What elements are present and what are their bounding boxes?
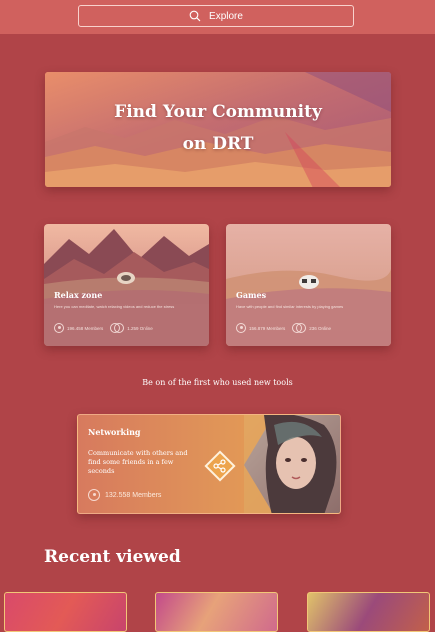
hero-banner[interactable]: Find Your Community on DRT [45, 72, 391, 187]
share-icon [213, 459, 226, 473]
featured-card-networking[interactable]: Networking Communicate with others and f… [77, 414, 341, 514]
card-description: Here you can meditate, watch relaxing vi… [54, 304, 175, 309]
community-card-games[interactable]: Games Have with people and find similar … [226, 224, 391, 346]
online-users-icon [110, 323, 125, 333]
members-icon [236, 323, 246, 333]
explore-search-button[interactable]: Explore [78, 5, 354, 27]
featured-description: Communicate with others and find some fr… [88, 449, 188, 475]
members-icon [88, 489, 100, 501]
members-count: 156.879 Members [249, 325, 286, 331]
card-description: Have with people and find similar intere… [236, 304, 344, 309]
promo-tagline: Be on of the first who used new tools [142, 378, 293, 387]
networking-portrait-image [244, 415, 340, 513]
online-count: 236 Online [309, 325, 332, 331]
search-icon [189, 10, 201, 22]
hero-title-line2: on DRT [182, 134, 254, 154]
recent-item-2[interactable] [155, 592, 278, 632]
recent-viewed-heading: Recent viewed [44, 547, 181, 567]
online-count: 1.259 Online [127, 325, 153, 331]
online-users-icon [292, 323, 307, 333]
members-count: 196.458 Members [67, 325, 104, 331]
community-card-relax-zone[interactable]: Relax zone Here you can meditate, watch … [44, 224, 209, 346]
featured-members-count: 132.558 Members [105, 491, 162, 499]
hero-title-line1: Find Your Community [114, 102, 322, 122]
recent-item-1[interactable] [4, 592, 127, 632]
recent-item-3[interactable] [307, 592, 430, 632]
top-bar: Explore [0, 0, 435, 34]
card-title: Relax zone [54, 290, 103, 300]
members-icon [54, 323, 64, 333]
hero-background-art [45, 72, 391, 187]
featured-title: Networking [88, 427, 141, 437]
card-title: Games [236, 290, 267, 300]
explore-label: Explore [209, 10, 243, 22]
